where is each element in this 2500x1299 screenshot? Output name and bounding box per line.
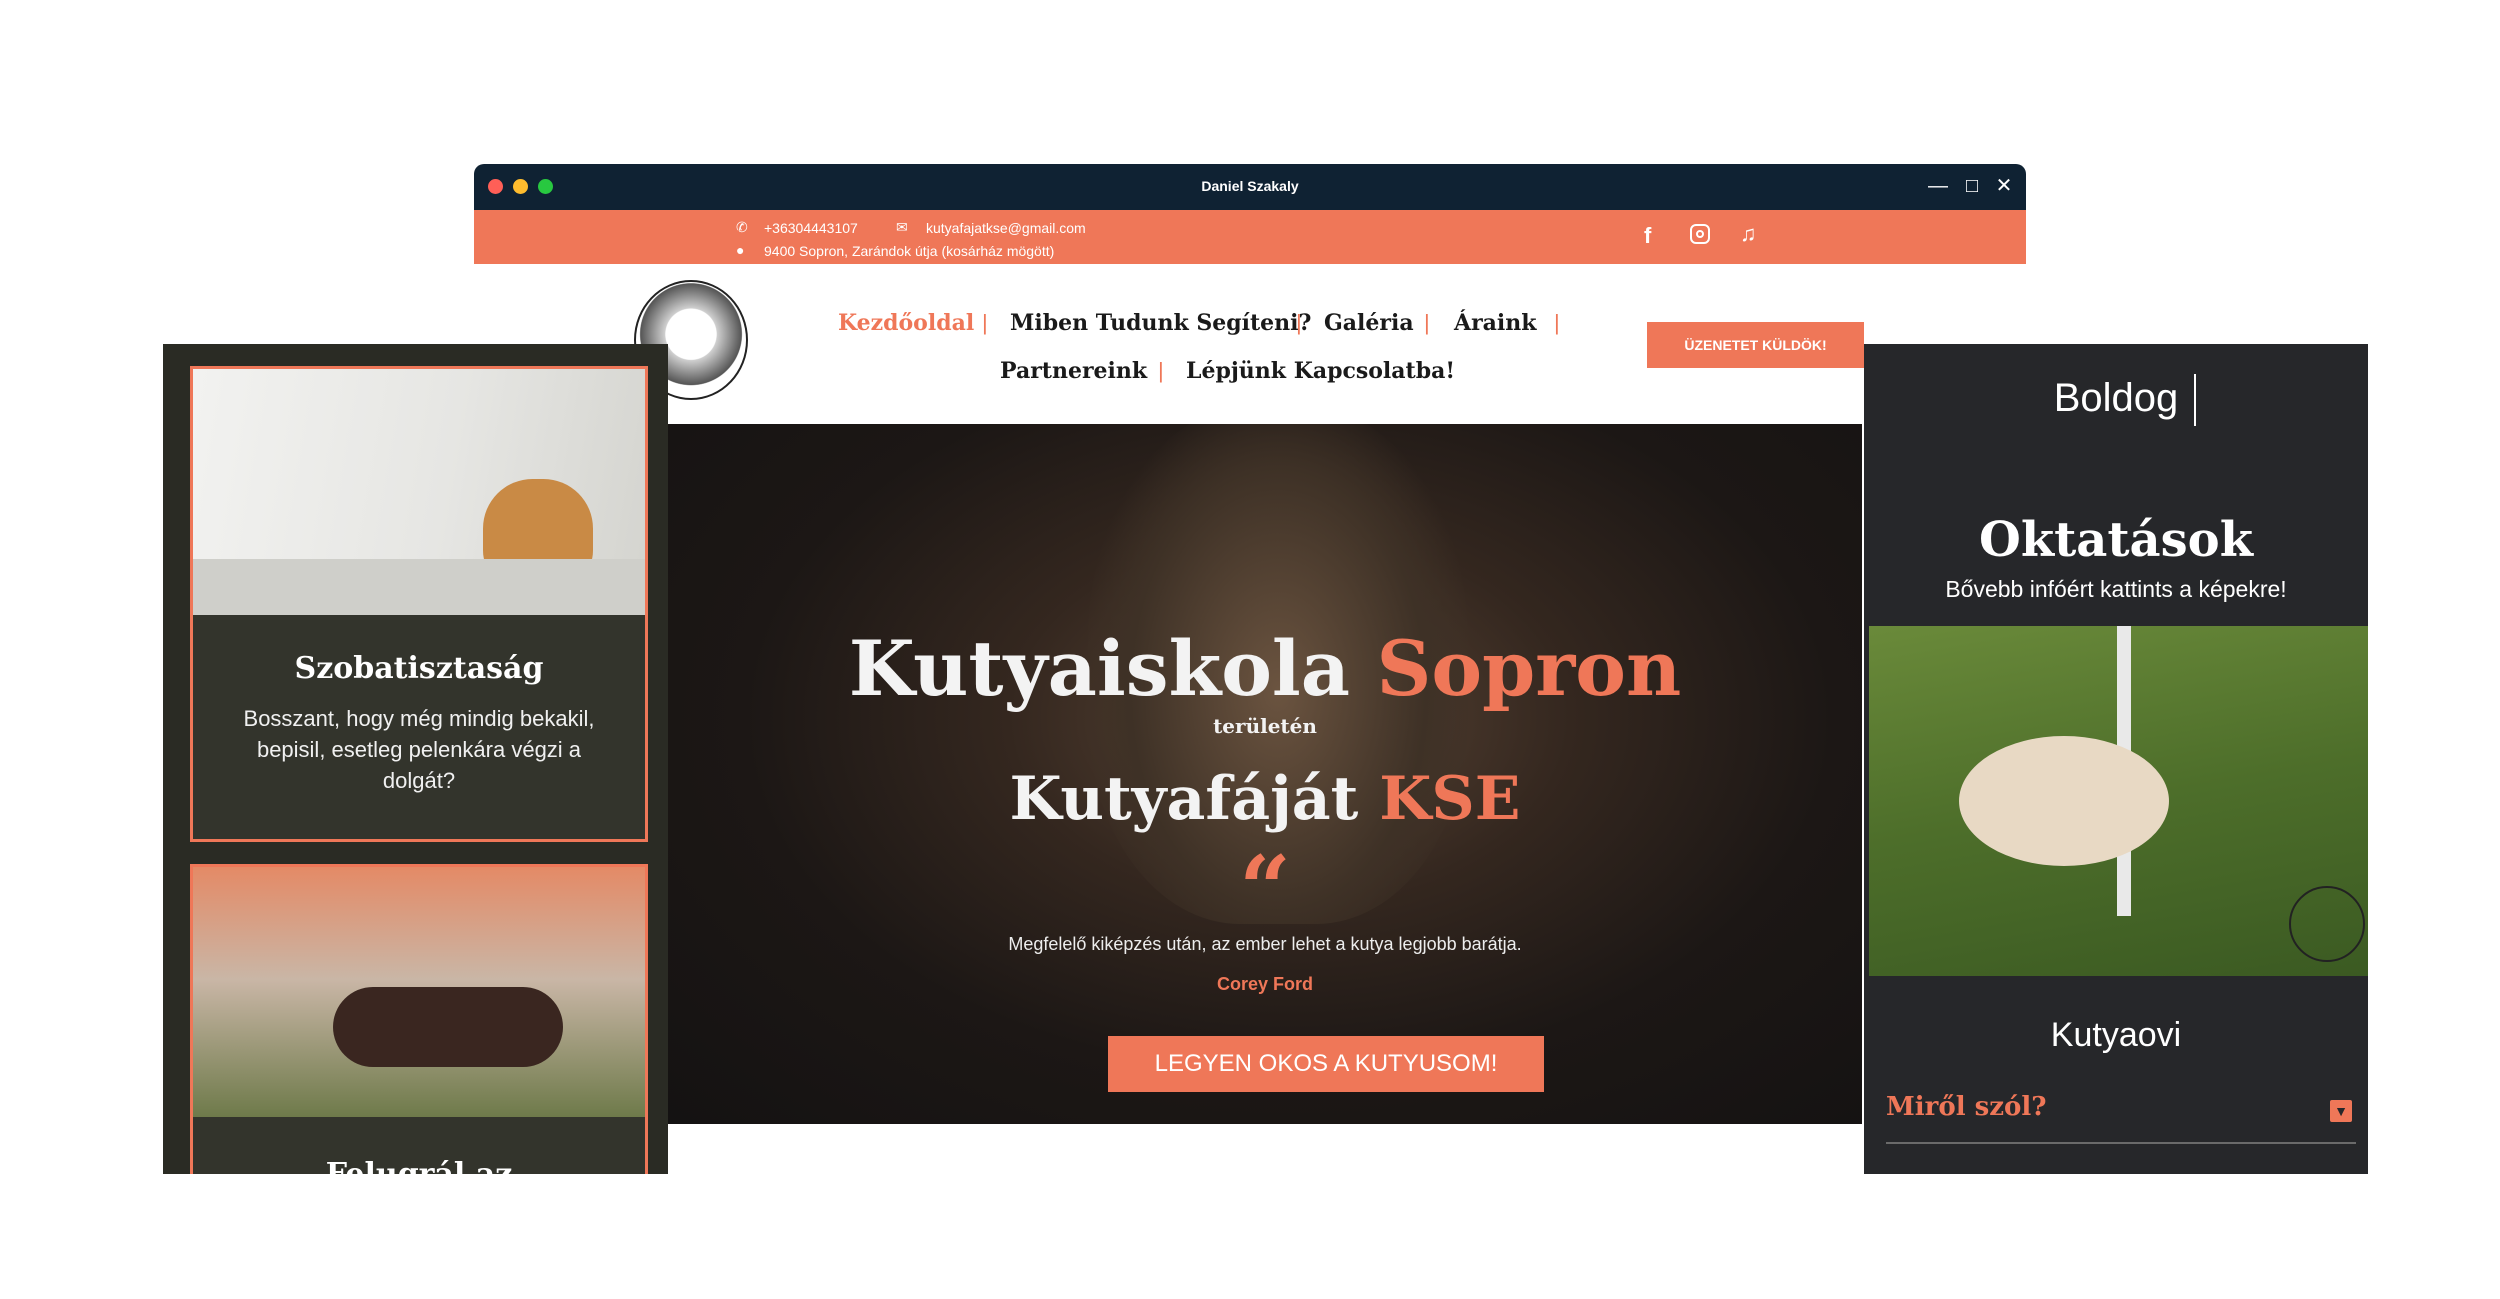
nav-separator: |: [1424, 310, 1430, 335]
nav-item-home[interactable]: Kezdőoldal: [838, 310, 974, 336]
hero-title-part2: Sopron: [1376, 624, 1682, 713]
puppy-photo[interactable]: [1869, 626, 2368, 976]
floor: [193, 559, 645, 615]
hero-title-2: Kutyafáját KSE: [668, 764, 1862, 834]
accordion-label[interactable]: Miről szól?: [1886, 1092, 2046, 1122]
nav-item-contact[interactable]: Lépjünk Kapcsolatba!: [1186, 358, 1455, 384]
quote-icon: “: [1239, 836, 1291, 942]
typing-cursor: [2194, 374, 2196, 426]
nav-item-services[interactable]: Miben Tudunk Segíteni?: [1010, 310, 1311, 336]
facebook-icon[interactable]: f: [1644, 223, 1651, 249]
nav-separator: |: [982, 310, 988, 335]
send-message-button[interactable]: ÜZENETET KÜLDÖK!: [1647, 322, 1864, 368]
window-titlebar: Daniel Szakaly — □ ✕: [474, 164, 2026, 210]
service-card[interactable]: Szobatisztaság Bosszant, hogy még mindig…: [190, 366, 648, 842]
nav-separator: |: [1554, 310, 1560, 335]
puppy-shape: [1959, 736, 2169, 866]
card-title: Kutyaovi: [2050, 1016, 2182, 1054]
hero-quote: Megfelelő kiképzés után, az ember lehet …: [1008, 934, 1522, 954]
hero-title: Kutyaiskola Sopron: [668, 624, 1862, 713]
quote-author: Corey Ford: [1216, 974, 1313, 994]
close-icon[interactable]: ✕: [1992, 174, 2016, 198]
contact-address: 9400 Sopron, Zarándok útja (kosárház mög…: [764, 243, 1055, 259]
hero-section: Kutyaiskola Sopron területén Kutyafáját …: [668, 424, 1862, 1124]
hero-cta-button[interactable]: LEGYEN OKOS A KUTYUSOM!: [1108, 1036, 1544, 1092]
jumping-dog-photo: [193, 867, 645, 1117]
restore-icon[interactable]: □: [1960, 174, 1984, 198]
minimize-icon[interactable]: —: [1926, 174, 1950, 198]
tiktok-icon[interactable]: ♫: [1740, 221, 1757, 247]
card-title: Szobatisztaság: [294, 651, 544, 686]
hero-title-part1: Kutyaiskola: [848, 624, 1351, 713]
typing-headline: Boldog: [2053, 376, 2179, 420]
contact-phone[interactable]: +36304443107: [764, 220, 858, 236]
divider: [1886, 1142, 2356, 1144]
dog-shape: [333, 987, 563, 1067]
corgi-photo: [193, 369, 645, 615]
hero-title2-part1: Kutyafáját: [1009, 764, 1359, 834]
window-title: Daniel Szakaly: [1201, 178, 1299, 194]
nav-item-gallery[interactable]: Galéria: [1324, 310, 1414, 336]
browser-window: Daniel Szakaly — □ ✕ ✆ +36304443107 ✉ ku…: [474, 164, 2026, 1124]
contact-email[interactable]: kutyafajatkse@gmail.com: [926, 220, 1086, 236]
instagram-icon[interactable]: [1690, 224, 1710, 244]
nav-item-partners[interactable]: Partnereink: [1000, 358, 1147, 384]
section-subtitle: Bővebb infóért kattints a képekre!: [1945, 576, 2287, 602]
mobile-preview-left: Szobatisztaság Bosszant, hogy még mindig…: [163, 344, 668, 1174]
section-title: Oktatások: [1979, 512, 2253, 568]
phone-icon: ✆: [736, 219, 748, 235]
chevron-down-icon[interactable]: ▼: [2330, 1100, 2352, 1122]
main-navigation: Kezdőoldal | Miben Tudunk Segíteni? | Ga…: [474, 264, 2026, 424]
nav-separator: |: [1296, 310, 1302, 335]
location-icon: ●: [736, 242, 745, 258]
hero-subtitle: területén: [1213, 714, 1317, 738]
mail-icon: ✉: [896, 219, 908, 235]
nav-item-prices[interactable]: Áraink: [1454, 310, 1537, 336]
hero-title2-part2: KSE: [1379, 764, 1521, 834]
contact-bar: ✆ +36304443107 ✉ kutyafajatkse@gmail.com…: [474, 210, 2026, 264]
nav-separator: |: [1158, 358, 1164, 383]
service-card[interactable]: Felugrál az: [190, 864, 648, 1174]
card-title: Felugrál az: [193, 1157, 645, 1174]
card-text: Bosszant, hogy még mindig bekakil, bepis…: [243, 706, 595, 793]
mobile-preview-right: Boldog Oktatások Bővebb infóért kattints…: [1864, 344, 2368, 1174]
watermark-logo-icon: [2289, 886, 2365, 962]
